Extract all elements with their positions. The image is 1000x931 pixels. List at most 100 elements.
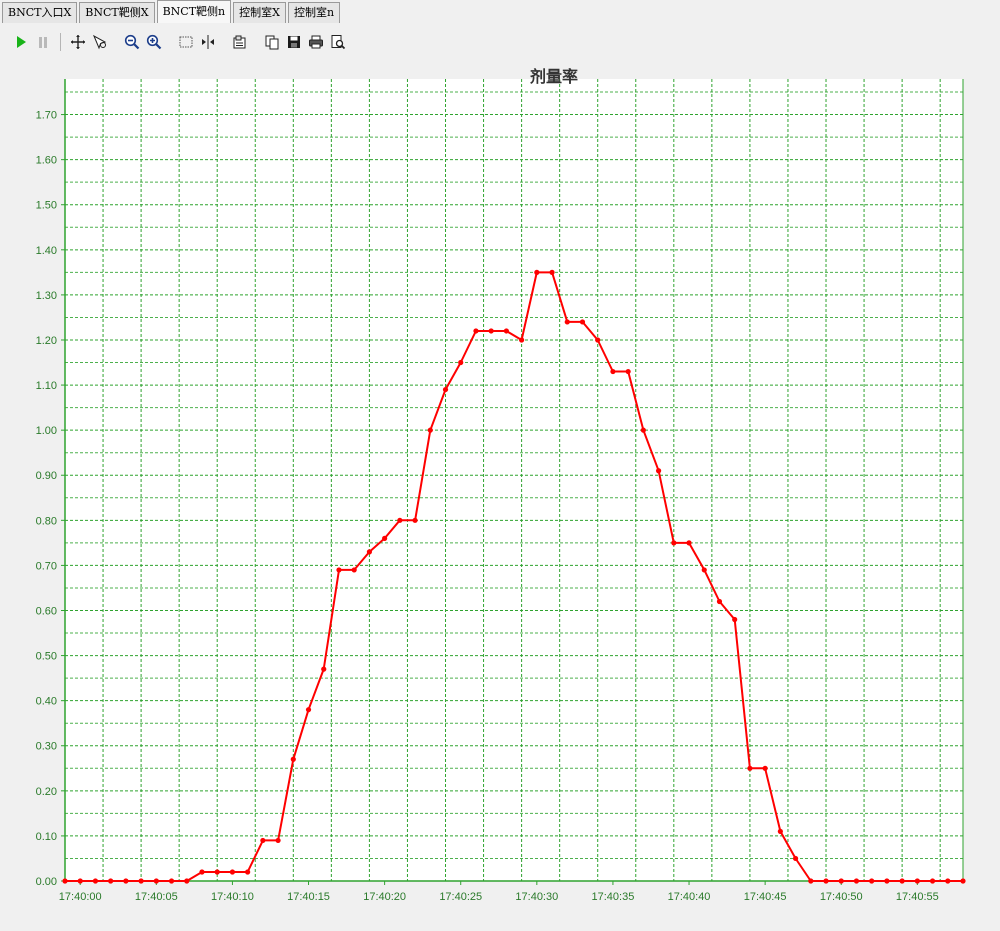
save-icon[interactable] xyxy=(283,31,305,53)
data-point xyxy=(412,517,418,523)
data-point xyxy=(914,878,920,884)
x-tick-label: 17:40:45 xyxy=(744,891,787,903)
data-point xyxy=(290,756,296,762)
y-tick-label: 0.80 xyxy=(36,515,57,527)
data-point xyxy=(108,878,114,884)
data-point xyxy=(701,567,707,573)
y-tick-label: 1.50 xyxy=(36,200,57,212)
data-point xyxy=(549,269,555,275)
x-tick-label: 17:40:50 xyxy=(820,891,863,903)
data-point xyxy=(808,878,814,884)
x-tick-label: 17:40:30 xyxy=(515,891,558,903)
zoom-select-icon[interactable] xyxy=(89,31,111,53)
data-point xyxy=(595,337,601,343)
toolbar-separator xyxy=(60,33,61,51)
data-point xyxy=(366,549,373,555)
data-point xyxy=(442,386,449,393)
tab-0[interactable]: BNCT入口X xyxy=(2,2,78,23)
data-point xyxy=(716,598,723,605)
copy-icon[interactable] xyxy=(261,31,283,53)
data-point xyxy=(655,468,662,474)
y-tick-label: 0.00 xyxy=(36,876,57,888)
x-tick-label: 17:40:10 xyxy=(211,891,254,903)
zoom-out-icon[interactable] xyxy=(121,31,143,53)
data-point xyxy=(473,328,479,334)
data-point xyxy=(747,765,753,771)
data-point xyxy=(184,878,190,884)
data-point xyxy=(792,855,799,862)
y-tick-label: 1.60 xyxy=(36,155,57,167)
x-tick-label: 17:40:40 xyxy=(668,891,711,903)
tab-bar: BNCT入口X BNCT靶侧X BNCT靶侧n 控制室X 控制室n xyxy=(0,0,341,24)
data-point xyxy=(625,368,631,375)
x-tick-label: 17:40:05 xyxy=(135,891,178,903)
data-point xyxy=(534,269,540,275)
data-point xyxy=(838,878,844,884)
pan-icon[interactable] xyxy=(67,31,89,53)
cursor-icon[interactable] xyxy=(197,31,219,53)
y-tick-label: 0.30 xyxy=(36,741,57,753)
y-tick-label: 0.90 xyxy=(36,470,57,482)
data-point xyxy=(199,869,205,875)
data-point xyxy=(351,567,357,573)
data-point xyxy=(427,427,433,433)
data-point xyxy=(214,869,220,875)
zoom-in-icon[interactable] xyxy=(143,31,165,53)
tab-2[interactable]: BNCT靶侧n xyxy=(156,0,232,23)
x-tick-label: 17:40:55 xyxy=(896,891,939,903)
select-rect-icon[interactable] xyxy=(175,31,197,53)
y-tick-label: 0.50 xyxy=(36,651,57,663)
data-point xyxy=(503,328,509,334)
data-point xyxy=(519,337,525,343)
tab-3[interactable]: 控制室X xyxy=(233,2,286,23)
data-point xyxy=(397,517,403,523)
data-point xyxy=(929,878,936,884)
y-tick-label: 1.30 xyxy=(36,290,57,302)
data-point xyxy=(123,878,129,884)
data-point xyxy=(245,869,251,875)
data-point xyxy=(960,878,966,884)
data-point xyxy=(899,878,905,884)
print-icon[interactable] xyxy=(305,31,327,53)
data-point xyxy=(671,540,677,546)
data-point xyxy=(762,765,768,771)
plot-area[interactable] xyxy=(65,79,963,881)
data-point xyxy=(610,368,616,375)
chart-toolbar xyxy=(10,30,349,54)
x-tick-label: 17:40:00 xyxy=(59,891,102,903)
properties-icon[interactable] xyxy=(229,31,251,53)
x-tick-label: 17:40:20 xyxy=(363,891,406,903)
data-point xyxy=(777,828,783,835)
data-point xyxy=(168,878,175,884)
data-point xyxy=(853,878,860,884)
y-tick-label: 0.40 xyxy=(36,696,57,708)
y-tick-label: 1.40 xyxy=(36,245,57,257)
data-point xyxy=(869,878,875,884)
tab-4[interactable]: 控制室n xyxy=(287,2,341,23)
dose-rate-chart[interactable]: 0.00 0.10 0.20 0.30 0.40 0.50 0.60 0.70 0.80 0.90… xyxy=(0,58,1000,931)
pause-icon[interactable] xyxy=(32,31,54,53)
data-point xyxy=(640,427,646,433)
data-point xyxy=(823,878,829,884)
data-point xyxy=(579,319,586,325)
data-point xyxy=(458,359,464,366)
y-tick-label: 1.20 xyxy=(36,335,57,347)
data-point xyxy=(564,319,570,325)
data-point xyxy=(229,869,236,875)
data-point xyxy=(260,837,266,844)
y-tick-label: 0.20 xyxy=(36,786,57,798)
play-icon[interactable] xyxy=(10,31,32,53)
y-tick-label: 1.70 xyxy=(36,110,57,122)
data-point xyxy=(884,878,890,884)
x-tick-label: 17:40:35 xyxy=(592,891,635,903)
data-point xyxy=(945,878,951,884)
data-point xyxy=(382,535,388,541)
x-tick-label: 17:40:15 xyxy=(287,891,330,903)
data-point xyxy=(686,540,692,546)
y-tick-label: 0.10 xyxy=(36,831,57,843)
data-point xyxy=(62,878,68,884)
print-preview-icon[interactable] xyxy=(327,31,349,53)
tab-1[interactable]: BNCT靶侧X xyxy=(79,2,155,23)
data-point xyxy=(488,328,494,334)
x-tick-label: 17:40:25 xyxy=(439,891,482,903)
